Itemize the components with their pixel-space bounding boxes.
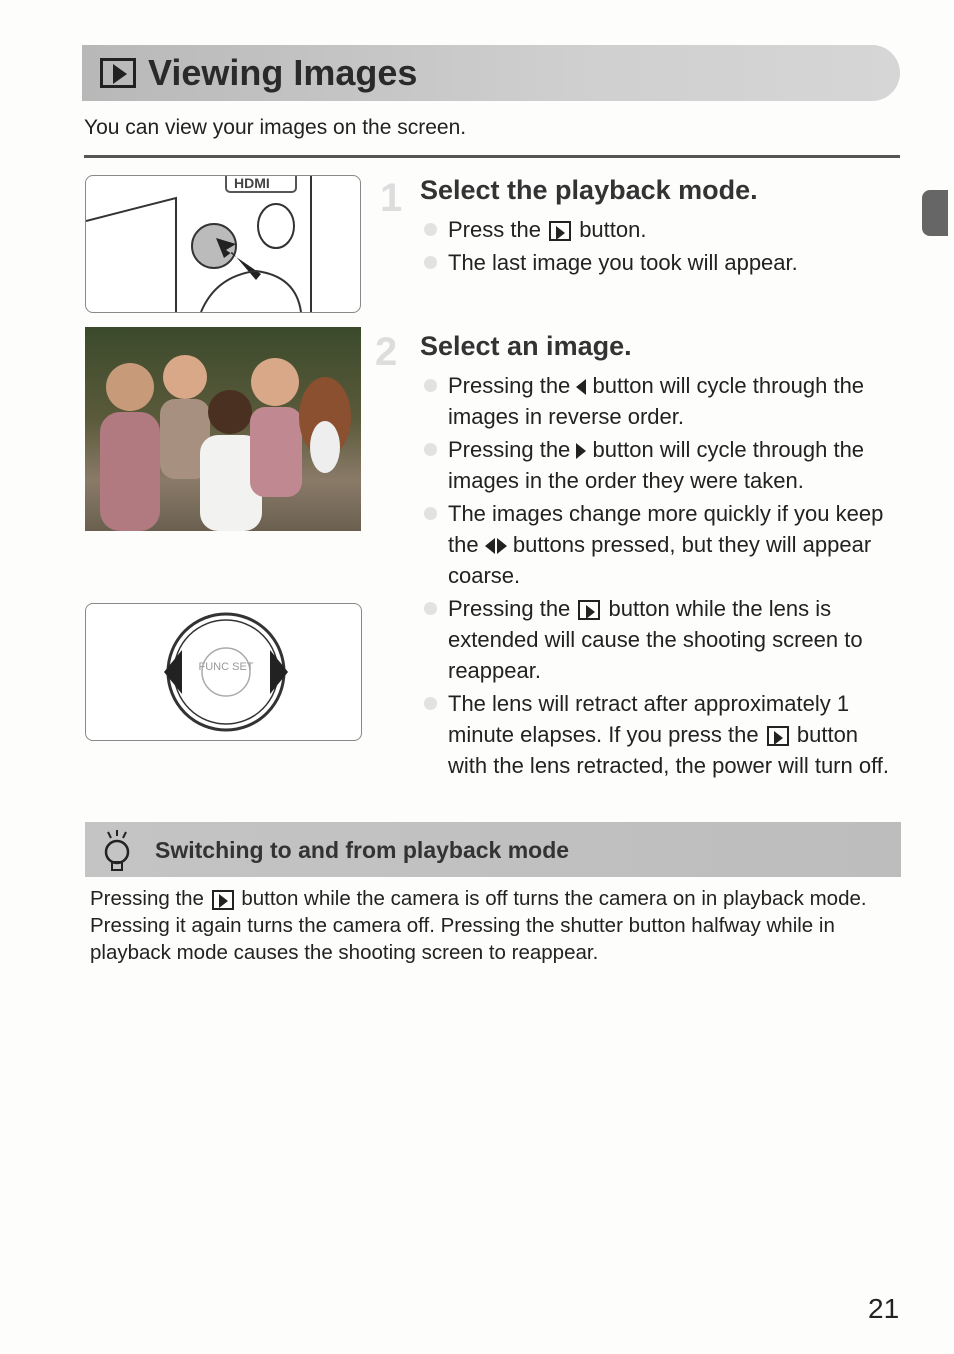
left-arrow-icon — [164, 650, 182, 694]
step-2-bullets: Pressing the button will cycle through t… — [424, 370, 900, 783]
divider — [84, 155, 900, 158]
sample-photo — [85, 327, 361, 531]
children-photo-drawing — [100, 355, 351, 531]
lightbulb-icon — [104, 830, 130, 871]
playback-icon — [766, 726, 789, 747]
step-1-bullets: Press the button. The last image you too… — [424, 214, 900, 280]
bullet-item: The images change more quickly if you ke… — [424, 498, 900, 591]
left-arrow-icon — [576, 379, 587, 396]
playback-icon — [549, 221, 572, 242]
bullet-item: Press the button. — [424, 214, 900, 245]
camera-back-drawing: HDMI — [86, 176, 312, 312]
bullet-item: Pressing the button will cycle through t… — [424, 370, 900, 432]
left-right-arrows-icon — [484, 532, 507, 557]
bullet-item: Pressing the button will cycle through t… — [424, 434, 900, 496]
intro-text: You can view your images on the screen. — [84, 116, 467, 139]
step-number: 1 — [380, 176, 403, 220]
page-number: 21 — [868, 1293, 900, 1324]
bullet-item: Pressing the button while the lens is ex… — [424, 593, 900, 686]
playback-icon — [211, 889, 234, 910]
step-number: 2 — [375, 330, 398, 374]
tip-title: Switching to and from playback mode — [155, 837, 570, 863]
tip-text: Pressing the button while the camera is … — [90, 887, 867, 964]
right-arrow-icon — [576, 443, 587, 460]
page-title: Viewing Images — [100, 52, 417, 94]
control-dial-illustration: FUNC SET — [85, 603, 362, 741]
chapter-tab — [922, 190, 948, 236]
playback-icon — [100, 58, 136, 88]
svg-text:FUNC SET: FUNC SET — [199, 661, 254, 673]
svg-text:HDMI: HDMI — [234, 176, 270, 191]
camera-button-illustration: HDMI — [85, 175, 361, 313]
bullet-item: The lens will retract after approximatel… — [424, 688, 900, 781]
control-dial-drawing: FUNC SET — [164, 612, 288, 732]
step-heading: Select an image. — [420, 331, 632, 361]
page-title-text: Viewing Images — [148, 52, 418, 93]
playback-icon — [578, 600, 601, 621]
bullet-item: The last image you took will appear. — [424, 247, 900, 278]
step-heading: Select the playback mode. — [420, 175, 758, 205]
manual-page: Viewing Images You can view your images … — [0, 0, 954, 1354]
right-arrow-icon — [270, 650, 288, 694]
